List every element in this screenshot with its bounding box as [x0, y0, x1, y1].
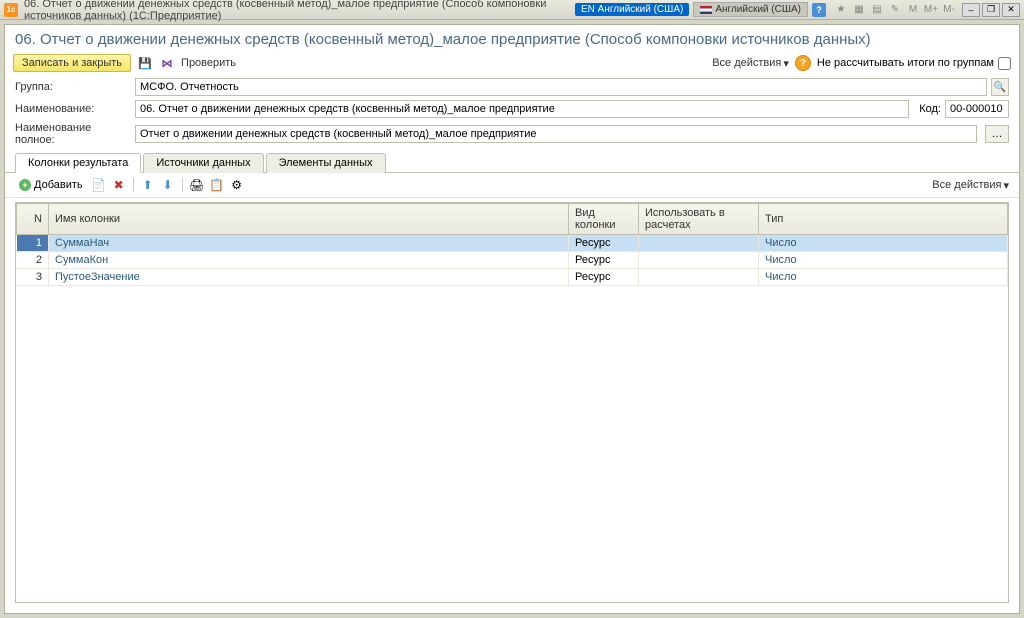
col-type[interactable]: Тип: [759, 204, 1008, 235]
link-icon[interactable]: ⋈: [159, 55, 175, 71]
all-actions-label: Все действия: [712, 57, 781, 69]
group-search-button[interactable]: 🔍: [991, 78, 1009, 96]
language-badge-us[interactable]: Английский (США): [693, 2, 808, 17]
chevron-down-icon: ▾: [1003, 179, 1009, 192]
move-down-button[interactable]: ⬇: [160, 177, 176, 193]
name-label: Наименование:: [15, 103, 131, 115]
edit-button[interactable]: ✖: [111, 177, 127, 193]
group-label: Группа:: [15, 81, 131, 93]
group-row: Группа: 🔍: [5, 76, 1019, 98]
print-button[interactable]: 🖨: [189, 177, 205, 193]
minimize-button[interactable]: –: [962, 3, 980, 17]
code-label: Код:: [919, 103, 941, 115]
fullname-row: Наименование полное: …: [5, 120, 1019, 148]
calc-icon[interactable]: ▦: [852, 3, 866, 17]
copy-button[interactable]: 📄: [91, 177, 107, 193]
cell-type: Число: [759, 269, 1008, 286]
settings-button[interactable]: ⚙: [229, 177, 245, 193]
plus-icon: +: [19, 179, 31, 191]
tabs: Колонки результата Источники данных Элем…: [5, 148, 1019, 173]
export-button[interactable]: 📋: [209, 177, 225, 193]
checkbox-label: Не рассчитывать итоги по группам: [817, 57, 994, 69]
tab-data-elements[interactable]: Элементы данных: [266, 153, 386, 173]
table-toolbar: + Добавить 📄 ✖ ⬆ ⬇ 🖨 📋 ⚙ Все действия ▾: [5, 173, 1019, 198]
page-title: 06. Отчет о движении денежных средств (к…: [15, 31, 1009, 48]
cell-n: 2: [17, 252, 49, 269]
chevron-down-icon: ▾: [783, 57, 789, 70]
fullname-label: Наименование полное:: [15, 122, 131, 146]
add-label: Добавить: [34, 179, 83, 191]
flag-icon: [700, 6, 712, 14]
language-label: Английский (США): [715, 4, 801, 15]
all-actions-dropdown[interactable]: Все действия ▾: [712, 57, 789, 70]
cell-n: 3: [17, 269, 49, 286]
app-icon: 1c: [4, 3, 18, 17]
maximize-button[interactable]: ❐: [982, 3, 1000, 17]
cell-type: Число: [759, 235, 1008, 252]
columns-table: N Имя колонки Вид колонки Использовать в…: [16, 203, 1008, 286]
col-name[interactable]: Имя колонки: [49, 204, 569, 235]
titlebar: 1c 06. Отчет о движении денежных средств…: [0, 0, 1024, 20]
col-use[interactable]: Использовать в расчетах: [639, 204, 759, 235]
name-row: Наименование: Код:: [5, 98, 1019, 120]
cell-kind: Ресурс: [569, 235, 639, 252]
main-toolbar: Записать и закрыть 💾 ⋈ Проверить Все дей…: [5, 50, 1019, 76]
cell-use: [639, 269, 759, 286]
table-all-actions-dropdown[interactable]: Все действия ▾: [932, 179, 1009, 192]
add-button[interactable]: + Добавить: [15, 178, 87, 192]
check-button[interactable]: Проверить: [181, 57, 236, 69]
table-row[interactable]: 2 СуммаКон Ресурс Число: [17, 252, 1008, 269]
help-button[interactable]: ?: [795, 55, 811, 71]
col-kind[interactable]: Вид колонки: [569, 204, 639, 235]
window-controls: – ❐ ✕: [962, 3, 1020, 17]
code-input[interactable]: [945, 100, 1009, 118]
favorite-icon[interactable]: ★: [834, 3, 848, 17]
no-group-totals-input[interactable]: [998, 57, 1011, 70]
page-header: 06. Отчет о движении денежных средств (к…: [5, 25, 1019, 50]
help-icon[interactable]: ?: [812, 3, 826, 17]
save-close-button[interactable]: Записать и закрыть: [13, 54, 131, 72]
cell-kind: Ресурс: [569, 252, 639, 269]
table-header-row: N Имя колонки Вид колонки Использовать в…: [17, 204, 1008, 235]
cell-kind: Ресурс: [569, 269, 639, 286]
window-title: 06. Отчет о движении денежных средств (к…: [24, 0, 575, 22]
cell-n: 1: [17, 235, 49, 252]
m-minus-button[interactable]: M-: [942, 3, 956, 17]
group-input[interactable]: [135, 78, 987, 96]
table-row[interactable]: 1 СуммаНач Ресурс Число: [17, 235, 1008, 252]
fullname-ellipsis-button[interactable]: …: [985, 125, 1009, 143]
cell-use: [639, 252, 759, 269]
language-badge-en[interactable]: EN Английский (США): [575, 3, 689, 16]
close-button[interactable]: ✕: [1002, 3, 1020, 17]
tab-result-columns[interactable]: Колонки результата: [15, 153, 141, 173]
table-container: N Имя колонки Вид колонки Использовать в…: [15, 202, 1009, 603]
cell-name: СуммаНач: [49, 235, 569, 252]
cell-use: [639, 235, 759, 252]
fullname-input[interactable]: [135, 125, 977, 143]
cell-name: СуммаКон: [49, 252, 569, 269]
col-n[interactable]: N: [17, 204, 49, 235]
no-group-totals-checkbox[interactable]: Не рассчитывать итоги по группам: [817, 57, 1011, 70]
cell-name: ПустоеЗначение: [49, 269, 569, 286]
table-row[interactable]: 3 ПустоеЗначение Ресурс Число: [17, 269, 1008, 286]
move-up-button[interactable]: ⬆: [140, 177, 156, 193]
save-icon[interactable]: 💾: [137, 55, 153, 71]
cell-type: Число: [759, 252, 1008, 269]
name-input[interactable]: [135, 100, 909, 118]
title-icons: ★ ▦ ▤ ✎ M M+ M-: [834, 3, 956, 17]
notes-icon[interactable]: ✎: [888, 3, 902, 17]
table-all-actions-label: Все действия: [932, 179, 1001, 191]
m-plus-button[interactable]: M+: [924, 3, 938, 17]
m-button[interactable]: M: [906, 3, 920, 17]
tab-data-sources[interactable]: Источники данных: [143, 153, 263, 173]
main-container: 06. Отчет о движении денежных средств (к…: [4, 24, 1020, 614]
calendar-icon[interactable]: ▤: [870, 3, 884, 17]
